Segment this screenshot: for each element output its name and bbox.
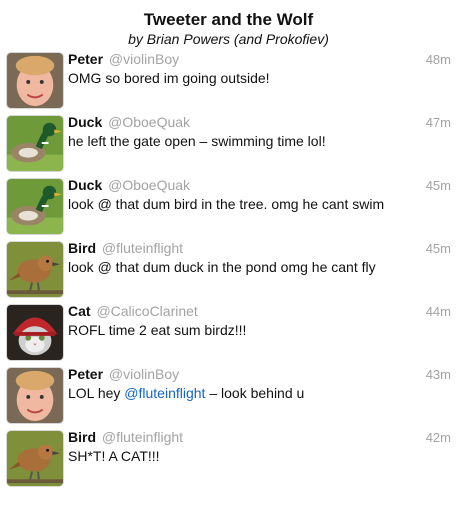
tweet-item: Duck @OboeQuak 45m look @ that dum bird … [0,176,457,239]
page-header: Tweeter and the Wolf by Brian Powers (an… [0,0,457,47]
tweet-timestamp[interactable]: 47m [426,115,451,130]
tweet-timestamp[interactable]: 44m [426,304,451,319]
author-name[interactable]: Duck [68,177,102,193]
tweet-item: Bird @fluteinflight 45m look @ that dum … [0,239,457,302]
tweet-item: Peter @violinBoy 43m LOL hey @fluteinfli… [0,365,457,428]
tweet-item: Bird @fluteinflight 42m SH*T! A CAT!!! [0,428,457,491]
tweet-text: look @ that dum duck in the pond omg he … [68,259,376,275]
tweet-text: look @ that dum bird in the tree. omg he… [68,196,385,212]
author-handle[interactable]: @fluteinflight [102,240,183,256]
duck-avatar-icon[interactable] [6,115,64,172]
tweet-feed: Peter @violinBoy 48m OMG so bored im goi… [0,50,457,491]
tweet-timestamp[interactable]: 43m [426,367,451,382]
cat-avatar-icon[interactable] [6,304,64,361]
tweet-text: ROFL time 2 eat sum birdz!!! [68,322,247,338]
author-handle[interactable]: @fluteinflight [102,429,183,445]
tweet-text-part: – look behind u [205,385,305,401]
tweet-text-part: LOL hey [68,385,125,401]
author-name[interactable]: Peter [68,51,103,67]
tweet-item: Duck @OboeQuak 47m he left the gate open… [0,113,457,176]
author-handle[interactable]: @OboeQuak [108,177,190,193]
author-name[interactable]: Duck [68,114,102,130]
page-title: Tweeter and the Wolf [143,10,314,29]
tweet-text: SH*T! A CAT!!! [68,448,160,464]
tweet-timestamp[interactable]: 48m [426,52,451,67]
page-subtitle: by Brian Powers (and Prokofiev) [128,31,329,47]
tweet-text: OMG so bored im going outside! [68,70,270,86]
tweet-text: LOL hey @fluteinflight – look behind u [68,385,304,402]
tweet-item: Peter @violinBoy 48m OMG so bored im goi… [0,50,457,113]
author-name[interactable]: Bird [68,240,96,256]
author-name[interactable]: Bird [68,429,96,445]
author-name[interactable]: Peter [68,366,103,382]
author-handle[interactable]: @OboeQuak [108,114,190,130]
boy-avatar-icon[interactable] [6,367,64,424]
author-handle[interactable]: @violinBoy [109,366,179,382]
tweet-item: Cat @CalicoClarinet 44m ROFL time 2 eat … [0,302,457,365]
bird-avatar-icon[interactable] [6,241,64,298]
tweet-timestamp[interactable]: 42m [426,430,451,445]
author-name[interactable]: Cat [68,303,91,319]
tweet-timestamp[interactable]: 45m [426,241,451,256]
tweet-text: he left the gate open – swimming time lo… [68,133,326,149]
tweet-timestamp[interactable]: 45m [426,178,451,193]
author-handle[interactable]: @CalicoClarinet [96,303,197,319]
author-handle[interactable]: @violinBoy [109,51,179,67]
duck-avatar-icon[interactable] [6,178,64,235]
bird-avatar-icon[interactable] [6,430,64,487]
mention-link[interactable]: @fluteinflight [124,385,205,401]
boy-avatar-icon[interactable] [6,52,64,109]
